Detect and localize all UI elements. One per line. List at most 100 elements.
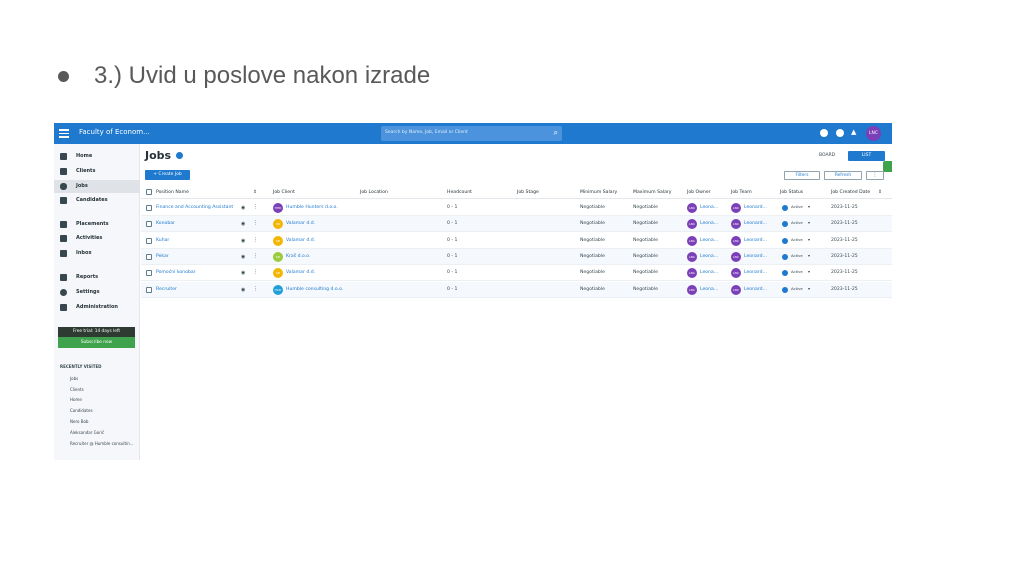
row-checkbox[interactable] xyxy=(146,270,152,277)
job-owner-link[interactable]: Leona... xyxy=(700,238,718,243)
refresh-button[interactable]: Refresh xyxy=(824,171,862,180)
chevron-down-icon[interactable]: ▾ xyxy=(808,237,810,242)
sidebar-item-administration[interactable]: Administration xyxy=(54,301,140,314)
chevron-down-icon[interactable]: ▾ xyxy=(808,204,810,209)
kebab-menu-icon[interactable]: ⋮ xyxy=(253,253,258,259)
chevron-down-icon[interactable]: ▾ xyxy=(808,253,810,258)
position-name-link[interactable]: Kuhar xyxy=(156,238,169,243)
job-owner-link[interactable]: Leona... xyxy=(700,221,718,226)
search-input[interactable]: Search by Name, Job, Email or Client ⌕ xyxy=(381,126,562,141)
column-header[interactable]: Job Created Date xyxy=(831,190,870,195)
recent-item[interactable]: Recruiter @ Humble consultin... xyxy=(70,441,134,446)
job-team-link[interactable]: Leonard... xyxy=(744,254,767,259)
job-owner-link[interactable]: Leona... xyxy=(700,287,718,292)
search-icon[interactable]: ⌕ xyxy=(554,128,558,138)
recent-item[interactable]: Jobs xyxy=(70,376,78,381)
table-row[interactable]: Recruiter ◉ ⋮ HCD Humble consulting d.o.o. 0 … xyxy=(141,281,892,298)
job-team-link[interactable]: Leonard... xyxy=(744,238,767,243)
column-header[interactable]: Job Owner xyxy=(687,190,711,195)
job-client-link[interactable]: Humble consulting d.o.o. xyxy=(286,287,343,292)
kebab-menu-icon[interactable]: ⋮ xyxy=(253,286,258,292)
job-owner-link[interactable]: Leona... xyxy=(700,254,718,259)
more-options-button[interactable]: ⋮ xyxy=(866,171,884,180)
sidebar-item-candidates[interactable]: Candidates xyxy=(54,194,140,207)
eye-icon[interactable]: ◉ xyxy=(241,287,245,293)
job-owner-link[interactable]: Leona... xyxy=(700,270,718,275)
row-checkbox[interactable] xyxy=(146,221,152,228)
column-header[interactable]: Maximum Salary xyxy=(633,190,672,195)
column-header[interactable]: Minimum Salary xyxy=(580,190,617,195)
chevron-down-icon[interactable]: ▾ xyxy=(808,286,810,291)
add-circle-icon[interactable] xyxy=(820,129,828,137)
row-checkbox[interactable] xyxy=(146,237,152,244)
position-name-link[interactable]: Finance and Accounting Assistant xyxy=(156,205,233,210)
job-status-select[interactable]: Active xyxy=(791,237,803,242)
table-row[interactable]: Kuhar ◉ ⋮ VD Valamar d.d. 0 - 1 Negotiable Nego… xyxy=(141,233,892,249)
eye-icon[interactable]: ◉ xyxy=(241,238,245,244)
row-checkbox[interactable] xyxy=(146,286,152,293)
position-name-link[interactable]: Konobar xyxy=(156,221,175,226)
create-job-button[interactable]: + Create Job xyxy=(145,170,190,180)
recent-item[interactable]: Nero Bob xyxy=(70,419,88,424)
table-row[interactable]: Pekar ◉ ⋮ KD Kraš d.o.o. 0 - 1 Negotiable Negot… xyxy=(141,248,892,265)
menu-icon[interactable] xyxy=(59,129,69,138)
job-owner-link[interactable]: Leona... xyxy=(700,205,718,210)
sidebar-item-home[interactable]: Home xyxy=(54,150,140,163)
job-client-link[interactable]: Valamar d.d. xyxy=(286,270,315,275)
sidebar-item-clients[interactable]: Clients xyxy=(54,165,140,178)
table-row[interactable]: Konobar ◉ ⋮ VD Valamar d.d. 0 - 1 Negotiable Ne… xyxy=(141,216,892,233)
position-name-link[interactable]: Pomoćni konobar xyxy=(156,270,196,275)
column-header[interactable]: Job Location xyxy=(360,190,388,195)
job-status-select[interactable]: Active xyxy=(791,286,803,291)
eye-icon[interactable]: ◉ xyxy=(241,270,245,276)
sort-icon[interactable]: ⇕ xyxy=(253,190,257,195)
job-client-link[interactable]: Valamar d.d. xyxy=(286,221,315,226)
job-team-link[interactable]: Leonard... xyxy=(744,287,767,292)
subscribe-button[interactable]: Subscribe now xyxy=(58,337,135,348)
job-team-link[interactable]: Leonard... xyxy=(744,205,767,210)
bell-icon[interactable]: ▲ xyxy=(851,128,856,136)
filters-button[interactable]: Filters xyxy=(784,171,820,180)
job-client-link[interactable]: Humble Hunters d.o.o. xyxy=(286,205,338,210)
recent-item[interactable]: Aleksandar Gorić xyxy=(70,430,104,435)
sidebar-item-reports[interactable]: Reports xyxy=(54,271,140,284)
job-client-link[interactable]: Kraš d.o.o. xyxy=(286,254,310,259)
column-header[interactable]: Headcount xyxy=(447,190,472,195)
row-checkbox[interactable] xyxy=(146,205,152,211)
sidebar-item-placements[interactable]: Placements xyxy=(54,218,140,231)
board-view-button[interactable]: BOARD xyxy=(819,153,835,158)
recent-item[interactable]: Home xyxy=(70,397,82,402)
position-name-link[interactable]: Recruiter xyxy=(156,287,177,292)
app-title[interactable]: Faculty of Econom... xyxy=(79,128,150,136)
recent-item[interactable]: Candidates xyxy=(70,408,93,413)
job-team-link[interactable]: Leonard... xyxy=(744,221,767,226)
column-header[interactable]: Job Client xyxy=(273,190,295,195)
chevron-down-icon[interactable]: ▾ xyxy=(808,269,810,274)
kebab-menu-icon[interactable]: ⋮ xyxy=(253,237,258,243)
job-status-select[interactable]: Active xyxy=(791,204,803,209)
position-name-link[interactable]: Pekar xyxy=(156,254,169,259)
list-view-button[interactable]: LIST xyxy=(848,151,885,161)
chevron-down-icon[interactable]: ▾ xyxy=(808,220,810,225)
table-row[interactable]: Finance and Accounting Assistant ◉ ⋮ HHD Hum… xyxy=(141,200,892,216)
job-client-link[interactable]: Valamar d.d. xyxy=(286,238,315,243)
side-panel-tab[interactable] xyxy=(883,161,892,172)
job-status-select[interactable]: Active xyxy=(791,253,803,258)
column-header[interactable]: Job Stage xyxy=(517,190,539,195)
sidebar-item-activities[interactable]: Activities xyxy=(54,232,140,245)
job-team-link[interactable]: Leonard... xyxy=(744,270,767,275)
job-status-select[interactable]: Active xyxy=(791,220,803,225)
row-checkbox[interactable] xyxy=(146,253,152,260)
sidebar-item-inbox[interactable]: Inbox xyxy=(54,247,140,260)
select-all-checkbox[interactable] xyxy=(146,189,152,195)
column-header[interactable]: Job Status xyxy=(780,190,803,195)
eye-icon[interactable]: ◉ xyxy=(241,221,245,227)
column-header[interactable]: Job Team xyxy=(731,190,752,195)
info-icon[interactable] xyxy=(176,152,183,159)
sidebar-item-jobs[interactable]: Jobs xyxy=(54,180,140,193)
user-avatar[interactable]: LNC xyxy=(866,126,881,141)
help-icon[interactable] xyxy=(836,129,844,137)
job-status-select[interactable]: Active xyxy=(791,269,803,274)
column-header[interactable]: Position Name xyxy=(156,190,189,195)
recent-item[interactable]: Clients xyxy=(70,387,84,392)
